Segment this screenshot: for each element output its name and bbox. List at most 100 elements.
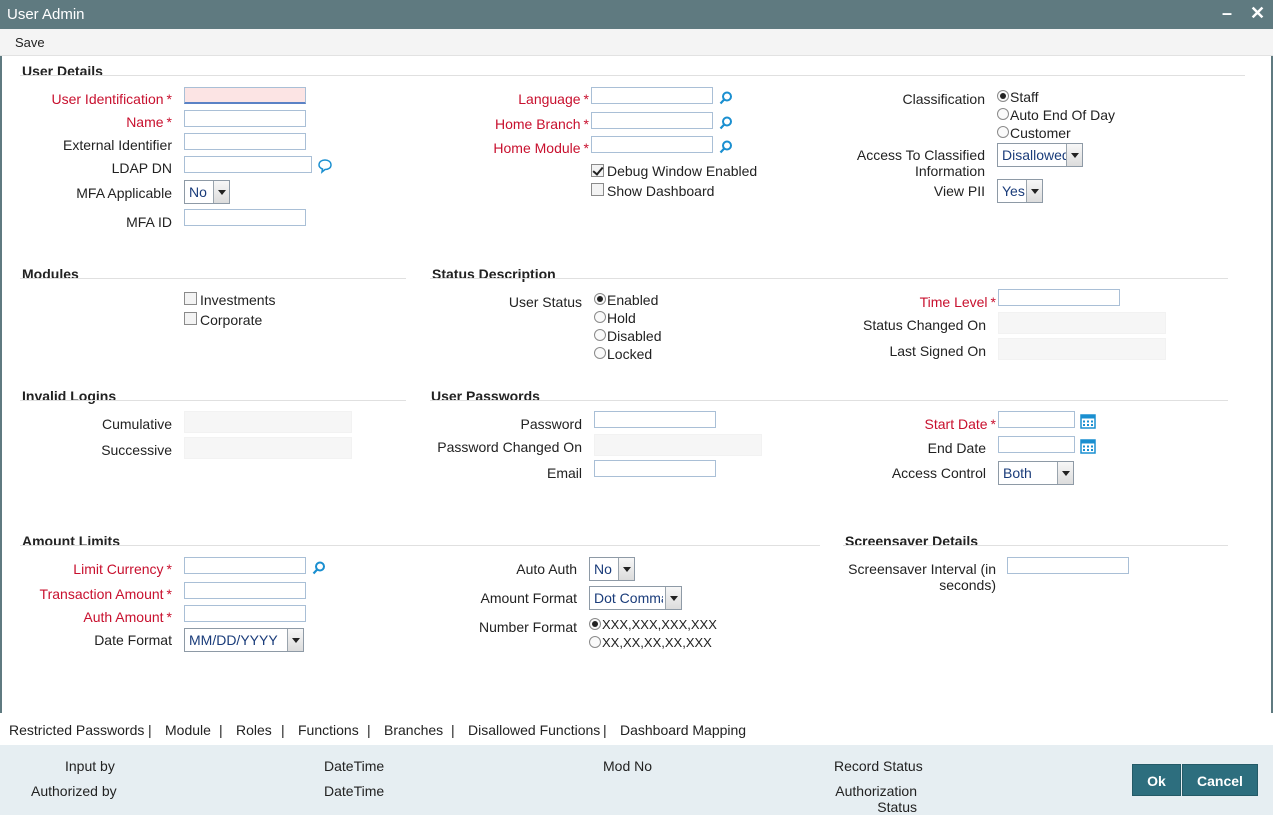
user-identification-input[interactable] (184, 87, 306, 104)
frame-border-left (0, 56, 2, 713)
search-icon[interactable] (311, 560, 327, 576)
date-format-select[interactable]: MM/DD/YYYY (184, 628, 304, 652)
window-title: User Admin (7, 6, 85, 23)
home-module-input[interactable] (591, 136, 713, 153)
investments-checkbox[interactable] (184, 292, 197, 305)
tab-module[interactable]: Module (165, 722, 211, 738)
debug-window-checkbox[interactable] (591, 164, 604, 177)
calendar-icon[interactable] (1080, 413, 1096, 429)
user-identification-label: User Identification * (51, 91, 172, 107)
mfa-applicable-select[interactable]: No (184, 180, 230, 204)
cumulative-value (184, 411, 352, 433)
user-status-radio-hold[interactable] (594, 311, 606, 323)
time-level-input[interactable] (998, 289, 1120, 306)
audit-footer: Input by Authorized by DateTime DateTime… (0, 745, 1273, 815)
number-format-radio-1[interactable] (589, 618, 601, 630)
show-dashboard-label: Show Dashboard (607, 183, 715, 199)
tab-disallowed-functions[interactable]: Disallowed Functions (468, 722, 600, 738)
tab-separator: | (281, 722, 285, 738)
investments-label: Investments (200, 292, 276, 308)
input-datetime-label: DateTime (324, 758, 385, 774)
section-divider (430, 400, 1228, 401)
screensaver-interval-input[interactable] (1007, 557, 1129, 574)
auto-auth-label: Auto Auth (516, 561, 577, 577)
user-status-radio-disabled[interactable] (594, 329, 606, 341)
ok-button[interactable]: Ok (1132, 764, 1181, 796)
access-control-select[interactable]: Both (998, 461, 1074, 485)
save-button[interactable]: Save (15, 35, 45, 50)
chevron-down-icon (287, 629, 303, 651)
classification-radio-staff[interactable] (997, 90, 1009, 102)
user-status-label: User Status (508, 294, 582, 310)
tab-separator: | (451, 722, 455, 738)
search-icon[interactable] (718, 139, 734, 155)
authorized-by-label: Authorized by (31, 783, 117, 799)
name-input[interactable] (184, 110, 306, 127)
limit-currency-input[interactable] (184, 557, 306, 574)
access-classified-select[interactable]: Disallowed (997, 143, 1083, 167)
language-input[interactable] (591, 87, 713, 104)
status-changed-on-label: Status Changed On (863, 317, 986, 333)
date-format-label: Date Format (94, 632, 172, 648)
transaction-amount-label: Transaction Amount * (39, 586, 172, 602)
tab-restricted-passwords[interactable]: Restricted Passwords (9, 722, 144, 738)
window-titlebar: User Admin – ✕ (0, 0, 1273, 29)
limit-currency-label: Limit Currency * (73, 561, 172, 577)
search-icon[interactable] (718, 90, 734, 106)
section-title-user-details: User Details (22, 63, 103, 79)
number-format-radio-2[interactable] (589, 636, 601, 648)
classification-radio-auto-eod[interactable] (997, 108, 1009, 120)
classification-option-staff: Staff (1010, 89, 1039, 105)
password-changed-on-label: Password Changed On (437, 439, 582, 455)
home-branch-label: Home Branch * (494, 116, 589, 132)
auto-auth-select[interactable]: No (589, 557, 635, 581)
transaction-amount-input[interactable] (184, 582, 306, 599)
password-input[interactable] (594, 411, 716, 428)
tab-separator: | (603, 722, 607, 738)
amount-format-select[interactable]: Dot Comma (589, 586, 682, 610)
number-format-option-2: XX,XX,XX,XX,XXX (602, 635, 712, 650)
tab-roles[interactable]: Roles (236, 722, 272, 738)
tab-dashboard-mapping[interactable]: Dashboard Mapping (620, 722, 746, 738)
menubar: Save (0, 29, 1273, 56)
user-status-radio-enabled[interactable] (594, 293, 606, 305)
close-icon[interactable]: ✕ (1250, 3, 1265, 24)
user-status-option-enabled: Enabled (607, 292, 659, 308)
access-control-label: Access Control (891, 465, 986, 481)
minimize-icon[interactable]: – (1222, 3, 1232, 24)
view-pii-select[interactable]: Yes (997, 179, 1043, 203)
cumulative-label: Cumulative (101, 416, 172, 432)
section-divider (843, 545, 1228, 546)
end-date-label: End Date (927, 440, 986, 456)
external-identifier-input[interactable] (184, 133, 306, 150)
cancel-button[interactable]: Cancel (1182, 764, 1258, 796)
tab-functions[interactable]: Functions (298, 722, 359, 738)
start-date-input[interactable] (998, 411, 1075, 428)
comment-icon[interactable] (317, 158, 333, 174)
email-input[interactable] (594, 460, 716, 477)
section-title-modules: Modules (22, 266, 79, 282)
home-branch-input[interactable] (591, 112, 713, 129)
search-icon[interactable] (718, 115, 734, 131)
corporate-label: Corporate (200, 312, 263, 328)
section-title-status-description: Status Description (432, 266, 556, 282)
tab-separator: | (219, 722, 223, 738)
end-date-input[interactable] (998, 436, 1075, 453)
auth-datetime-label: DateTime (324, 783, 385, 799)
ldap-dn-label: LDAP DN (111, 160, 172, 176)
user-status-radio-locked[interactable] (594, 347, 606, 359)
input-by-label: Input by (65, 758, 115, 774)
calendar-icon[interactable] (1080, 438, 1096, 454)
classification-radio-customer[interactable] (997, 126, 1009, 138)
user-status-option-hold: Hold (607, 310, 636, 326)
classification-option-customer: Customer (1010, 125, 1071, 141)
corporate-checkbox[interactable] (184, 312, 197, 325)
section-divider (20, 278, 406, 279)
ldap-dn-input[interactable] (184, 156, 312, 173)
last-signed-on-value (998, 338, 1166, 360)
show-dashboard-checkbox[interactable] (591, 183, 604, 196)
name-label: Name * (126, 114, 172, 130)
mfa-id-input[interactable] (184, 209, 306, 226)
auth-amount-input[interactable] (184, 605, 306, 622)
tab-branches[interactable]: Branches (384, 722, 443, 738)
